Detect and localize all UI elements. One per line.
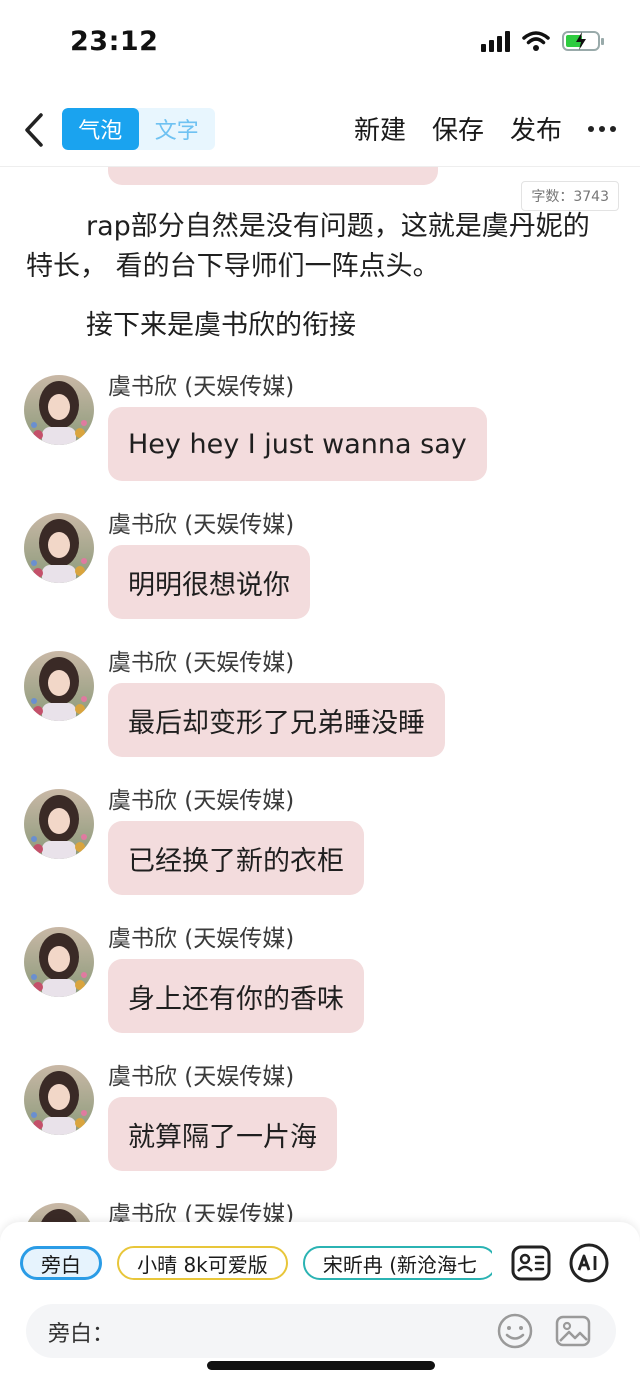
save-button[interactable]: 保存 bbox=[432, 110, 484, 147]
tab-text[interactable]: 文字 bbox=[139, 108, 216, 150]
status-time: 23:12 bbox=[70, 26, 159, 57]
avatar bbox=[24, 927, 94, 997]
chevron-left-icon bbox=[25, 113, 43, 147]
message-bubble[interactable]: 已经换了新的衣柜 bbox=[108, 821, 364, 895]
role-chip-xiaoqing[interactable]: 小晴 8k可爱版 bbox=[117, 1246, 288, 1280]
sender-name: 虞书欣 (天娱传媒) bbox=[108, 926, 295, 952]
status-bar: 23:12 bbox=[0, 0, 640, 86]
message-input[interactable]: 旁白： bbox=[26, 1304, 616, 1358]
role-chip-narration[interactable]: 旁白 bbox=[20, 1246, 102, 1280]
cellular-signal-icon bbox=[481, 30, 510, 52]
message-bubble[interactable]: Hey hey I just wanna say bbox=[108, 407, 487, 481]
narration-paragraph[interactable]: 接下来是虞书欣的衔接 bbox=[26, 306, 601, 346]
avatar bbox=[24, 513, 94, 583]
role-selector: 旁白 小晴 8k可爱版 宋昕冉 (新沧海七 bbox=[20, 1246, 492, 1286]
chat-message: 虞书欣 (天娱传媒) Hey hey I just wanna say bbox=[0, 367, 640, 497]
ai-assistant-icon[interactable] bbox=[568, 1242, 610, 1284]
message-bubble[interactable]: 就算隔了一片海 bbox=[108, 1097, 337, 1171]
story-content[interactable]: 字数：3743 rap部分自然是没有问题，这就是虞丹妮的特长， 看的台下导师们一… bbox=[0, 167, 640, 1222]
chat-message: 虞书欣 (天娱传媒) 已经换了新的衣柜 bbox=[0, 781, 640, 911]
tab-bubble[interactable]: 气泡 bbox=[62, 108, 139, 150]
narration-paragraph[interactable]: rap部分自然是没有问题，这就是虞丹妮的特长， 看的台下导师们一阵点头。 bbox=[26, 207, 601, 287]
previous-bubble bbox=[108, 167, 438, 185]
sender-name: 虞书欣 (天娱传媒) bbox=[108, 512, 295, 538]
editor-screen: 23:12 气泡 文字 新建 保存 发布 字数：3743 rap部分自然是没有问… bbox=[0, 0, 640, 1385]
battery-icon bbox=[562, 31, 604, 51]
status-icons bbox=[481, 30, 604, 52]
sender-name: 虞书欣 (天娱传媒) bbox=[108, 1064, 295, 1090]
avatar bbox=[24, 789, 94, 859]
chat-message: 虞书欣 (天娱传媒) 最后却变形了兄弟睡没睡 bbox=[0, 643, 640, 773]
new-button[interactable]: 新建 bbox=[354, 110, 406, 147]
chat-message: 虞书欣 (天娱传媒) 明明很想说你 bbox=[0, 505, 640, 635]
sender-name: 虞书欣 (天娱传媒) bbox=[108, 788, 295, 814]
image-upload-icon[interactable] bbox=[554, 1312, 592, 1350]
message-bubble[interactable]: 最后却变形了兄弟睡没睡 bbox=[108, 683, 445, 757]
chat-message: 虞书欣 (天娱传媒) bbox=[0, 1195, 640, 1222]
mode-toggle: 气泡 文字 bbox=[62, 108, 215, 150]
chat-message: 虞书欣 (天娱传媒) 就算隔了一片海 bbox=[0, 1057, 640, 1187]
character-card-icon[interactable] bbox=[510, 1242, 552, 1284]
wifi-icon bbox=[522, 31, 550, 51]
chat-message: 虞书欣 (天娱传媒) 身上还有你的香味 bbox=[0, 919, 640, 1049]
avatar bbox=[24, 1065, 94, 1135]
sender-name: 虞书欣 (天娱传媒) bbox=[108, 374, 295, 400]
publish-button[interactable]: 发布 bbox=[510, 110, 562, 147]
sender-name: 虞书欣 (天娱传媒) bbox=[108, 650, 295, 676]
nav-actions: 新建 保存 发布 bbox=[354, 110, 616, 147]
message-bubble[interactable]: 明明很想说你 bbox=[108, 545, 310, 619]
more-options-icon[interactable] bbox=[588, 114, 616, 144]
role-chip-songxinran[interactable]: 宋昕冉 (新沧海七 bbox=[302, 1246, 492, 1280]
input-role-prefix: 旁白： bbox=[48, 1322, 115, 1347]
home-indicator bbox=[207, 1361, 435, 1370]
avatar bbox=[24, 1203, 94, 1222]
sender-name: 虞书欣 (天娱传媒) bbox=[108, 1202, 295, 1222]
emoji-icon[interactable] bbox=[496, 1312, 534, 1350]
message-bubble[interactable]: 身上还有你的香味 bbox=[108, 959, 364, 1033]
back-button[interactable] bbox=[14, 108, 54, 152]
avatar bbox=[24, 651, 94, 721]
top-nav-bar: 气泡 文字 新建 保存 发布 bbox=[0, 96, 640, 167]
avatar bbox=[24, 375, 94, 445]
